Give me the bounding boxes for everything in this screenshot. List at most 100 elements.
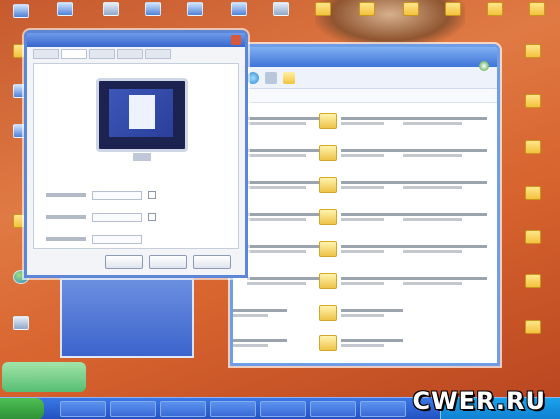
blue-window-fragment	[60, 278, 194, 358]
setting-label	[46, 215, 86, 219]
desktop-icon-app[interactable]	[180, 2, 210, 17]
display-properties-dialog	[24, 30, 248, 278]
window-preview	[129, 95, 155, 129]
desktop-icon-app[interactable]	[6, 4, 36, 19]
taskbar-button[interactable]	[60, 401, 106, 417]
dialog-titlebar[interactable]	[27, 33, 245, 47]
list-item[interactable]	[403, 111, 487, 131]
list-item[interactable]	[319, 207, 403, 227]
folder-icon	[319, 241, 337, 257]
desktop-icon-folder[interactable]	[518, 140, 548, 155]
list-item[interactable]	[319, 271, 403, 291]
list-item[interactable]	[233, 303, 287, 323]
list-item[interactable]	[403, 207, 487, 227]
list-item[interactable]	[319, 175, 403, 195]
desktop-icon-folder[interactable]	[518, 94, 548, 109]
folder-icon	[319, 305, 337, 321]
list-item[interactable]	[403, 271, 487, 291]
tab-5[interactable]	[145, 49, 171, 59]
explorer-titlebar[interactable]	[233, 47, 497, 71]
folder-icon	[319, 209, 337, 225]
desktop-icon-app[interactable]	[96, 2, 126, 17]
folder-icon	[315, 2, 331, 16]
folder-icon	[529, 2, 545, 16]
folder-icon	[319, 145, 337, 161]
tab-2[interactable]	[61, 49, 87, 59]
desktop-icon-pc[interactable]	[6, 316, 36, 331]
desktop-icon-folder[interactable]	[518, 320, 548, 335]
folder-icon	[487, 2, 503, 16]
monitor-stand	[133, 153, 151, 161]
up-icon[interactable]	[265, 71, 277, 84]
tab-3[interactable]	[89, 49, 115, 59]
taskbar-button[interactable]	[210, 401, 256, 417]
cancel-button[interactable]	[149, 255, 187, 269]
taskbar-button[interactable]	[310, 401, 356, 417]
taskbar-button[interactable]	[160, 401, 206, 417]
list-item[interactable]	[403, 175, 487, 195]
folder-icon	[525, 94, 541, 108]
back-icon[interactable]	[247, 71, 259, 84]
desktop-icon-folder[interactable]	[352, 2, 382, 17]
dialog-tabs	[27, 47, 245, 61]
setting-select[interactable]	[92, 234, 142, 244]
ok-button[interactable]	[105, 255, 143, 269]
desktop-icon-folder[interactable]	[308, 2, 338, 17]
desktop-icon-folder[interactable]	[518, 230, 548, 245]
tab-1[interactable]	[33, 49, 59, 59]
start-button[interactable]	[0, 398, 44, 419]
desktop-icon-folder[interactable]	[518, 44, 548, 59]
computer-icon	[103, 2, 119, 16]
go-icon[interactable]	[479, 61, 489, 71]
list-item[interactable]	[319, 303, 403, 323]
desktop-icon-folder[interactable]	[518, 274, 548, 289]
desktop-icon-folder[interactable]	[396, 2, 426, 17]
taskbar-button[interactable]	[360, 401, 406, 417]
setting-select[interactable]	[92, 212, 142, 222]
app-icon	[145, 2, 161, 16]
folder-icon	[525, 186, 541, 200]
list-item[interactable]	[319, 143, 403, 163]
desktop-icon-folder[interactable]	[438, 2, 468, 17]
list-item[interactable]	[233, 333, 287, 353]
desktop-icon-folder[interactable]	[522, 2, 552, 17]
app-icon	[231, 2, 247, 16]
setting-checkbox[interactable]	[148, 191, 156, 199]
folder-icon[interactable]	[283, 71, 295, 84]
setting-select[interactable]	[92, 190, 142, 200]
green-button[interactable]	[2, 362, 86, 392]
folder-icon	[525, 274, 541, 288]
desktop-icon-folder[interactable]	[480, 2, 510, 17]
folder-icon	[525, 44, 541, 58]
list-item[interactable]	[403, 143, 487, 163]
desktop-icon-folder[interactable]	[518, 186, 548, 201]
tab-4[interactable]	[117, 49, 143, 59]
desktop-icon-app[interactable]	[138, 2, 168, 17]
taskbar-button[interactable]	[110, 401, 156, 417]
list-item[interactable]	[319, 111, 403, 131]
desktop-icon-app[interactable]	[50, 2, 80, 17]
list-item[interactable]	[403, 239, 487, 259]
list-item[interactable]	[319, 239, 403, 259]
setting-label	[46, 193, 86, 197]
folder-icon	[525, 230, 541, 244]
folder-icon	[403, 2, 419, 16]
setting-row	[46, 190, 156, 200]
desktop-icon-app[interactable]	[224, 2, 254, 17]
desktop-icon-app[interactable]	[266, 2, 296, 17]
folder-icon	[525, 140, 541, 154]
list-item[interactable]	[319, 333, 403, 353]
address-bar[interactable]	[233, 89, 497, 103]
computer-icon	[273, 2, 289, 16]
folder-icon	[319, 335, 337, 351]
apply-button[interactable]	[193, 255, 231, 269]
setting-checkbox[interactable]	[148, 213, 156, 221]
dialog-panel	[33, 63, 239, 249]
setting-row	[46, 212, 156, 222]
screen-preview	[109, 89, 173, 137]
explorer-window	[230, 44, 500, 366]
close-icon[interactable]	[231, 35, 241, 45]
setting-label	[46, 237, 86, 241]
folder-icon	[359, 2, 375, 16]
taskbar-button[interactable]	[260, 401, 306, 417]
